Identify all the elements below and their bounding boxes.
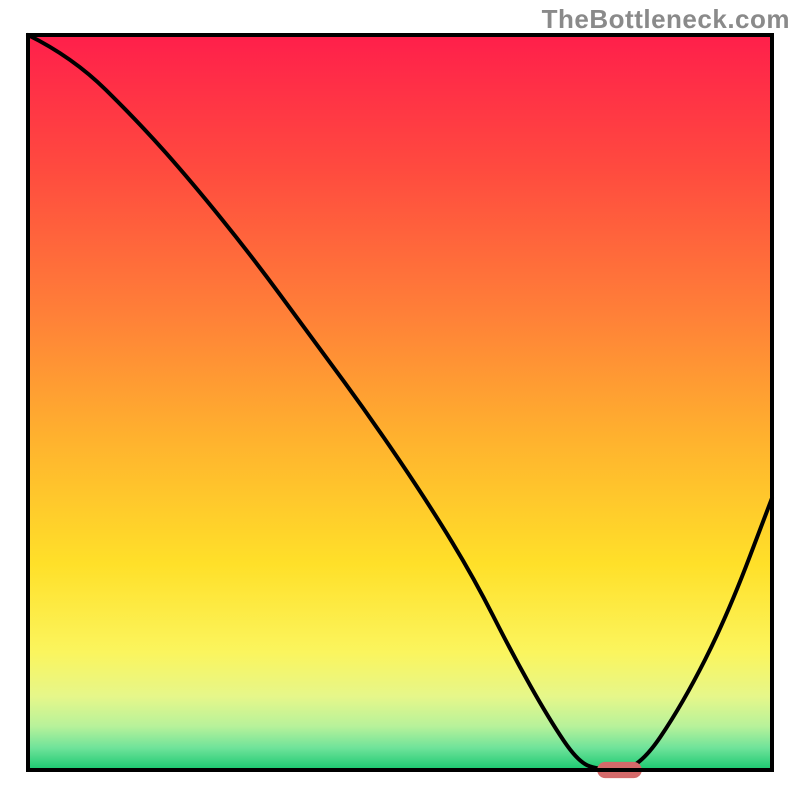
plot-background	[28, 35, 772, 770]
bottleneck-chart	[0, 0, 800, 800]
chart-container: TheBottleneck.com	[0, 0, 800, 800]
watermark-text: TheBottleneck.com	[542, 4, 790, 35]
